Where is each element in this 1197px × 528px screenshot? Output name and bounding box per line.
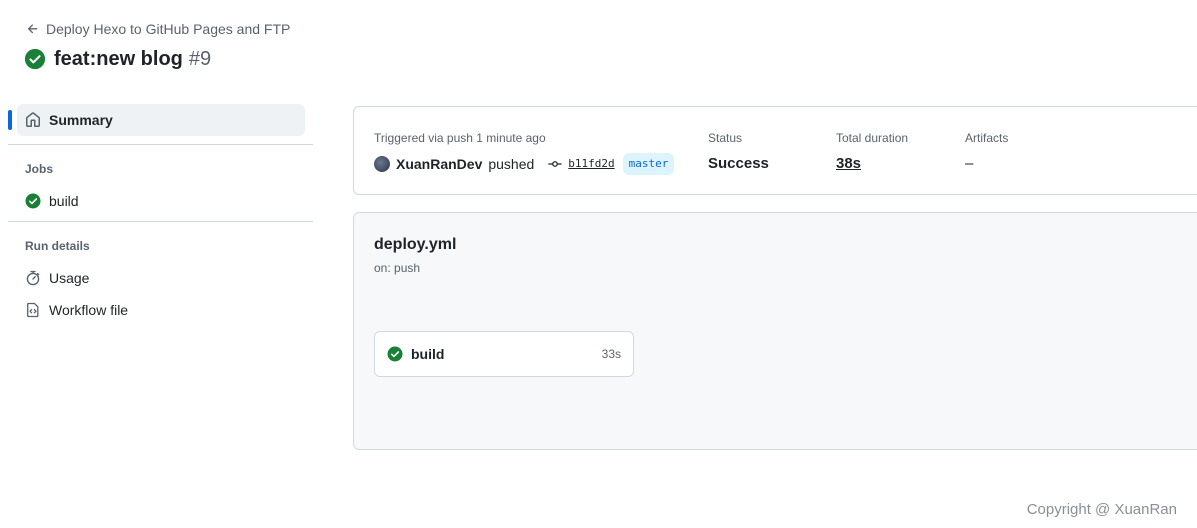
- git-commit-icon: [548, 161, 563, 167]
- file-code-icon: [27, 302, 39, 318]
- workflow-file-name: deploy.yml: [374, 236, 457, 253]
- sidebar-item-summary[interactable]: Summary: [8, 104, 305, 136]
- back-to-workflow-link[interactable]: Deploy Hexo to GitHub Pages and FTP: [26, 20, 290, 38]
- duration-value-link[interactable]: 38s: [836, 154, 861, 174]
- check-circle-fill-icon: [387, 346, 403, 362]
- actor-link[interactable]: XuanRanDev: [396, 154, 482, 174]
- back-link-label: Deploy Hexo to GitHub Pages and FTP: [46, 21, 291, 37]
- check-circle-fill-icon: [25, 193, 41, 209]
- artifacts-label: Artifacts: [965, 131, 1009, 145]
- sidebar-item-usage[interactable]: Usage: [8, 262, 314, 294]
- status-info: Status Success: [708, 130, 769, 174]
- trigger-info: Triggered via push 1 minute ago XuanRanD…: [374, 130, 675, 175]
- sidebar-item-summary-label: Summary: [49, 112, 113, 128]
- sidebar-item-usage-label: Usage: [49, 270, 90, 286]
- sidebar: Summary Jobs build Run details Usage Wor…: [8, 104, 314, 326]
- run-title-text: feat:new blog: [54, 47, 183, 70]
- run-details-heading: Run details: [25, 239, 90, 253]
- duration-info: Total duration 38s: [836, 130, 908, 174]
- run-summary-card: Triggered via push 1 minute ago XuanRanD…: [353, 106, 1197, 195]
- home-icon: [26, 112, 40, 127]
- jobs-heading: Jobs: [25, 162, 54, 176]
- sidebar-item-build-label: build: [49, 193, 79, 209]
- trigger-text: Triggered via push 1 minute ago: [374, 131, 546, 145]
- commit-sha-link[interactable]: b11fd2d: [568, 154, 614, 174]
- run-title: feat:new blog #9: [54, 48, 211, 71]
- status-value: Success: [708, 155, 769, 172]
- job-node-build[interactable]: build 33s: [374, 331, 634, 377]
- status-label: Status: [708, 131, 743, 145]
- check-circle-fill-icon: [24, 48, 46, 70]
- arrow-left-icon: [27, 24, 38, 34]
- sidebar-item-workflow-file-label: Workflow file: [49, 302, 129, 318]
- run-number: #9: [188, 47, 212, 70]
- branch-badge[interactable]: master: [622, 153, 675, 175]
- sidebar-item-build[interactable]: build: [8, 185, 314, 217]
- job-name: build: [411, 346, 445, 362]
- sidebar-item-workflow-file[interactable]: Workflow file: [8, 294, 314, 326]
- avatar[interactable]: [374, 156, 390, 172]
- workflow-graph: deploy.yml on: push build 33s: [353, 212, 1197, 450]
- artifacts-info: Artifacts –: [965, 130, 1008, 174]
- copyright-watermark: Copyright @ XuanRan: [1026, 501, 1177, 518]
- duration-label: Total duration: [836, 131, 909, 145]
- stopwatch-icon: [26, 270, 40, 286]
- page-title: feat:new blog #9: [24, 46, 211, 72]
- job-duration: 33s: [601, 347, 621, 361]
- artifacts-value: –: [965, 155, 974, 172]
- action-text: pushed: [488, 156, 535, 172]
- workflow-trigger: on: push: [374, 261, 421, 275]
- active-indicator: [8, 110, 12, 130]
